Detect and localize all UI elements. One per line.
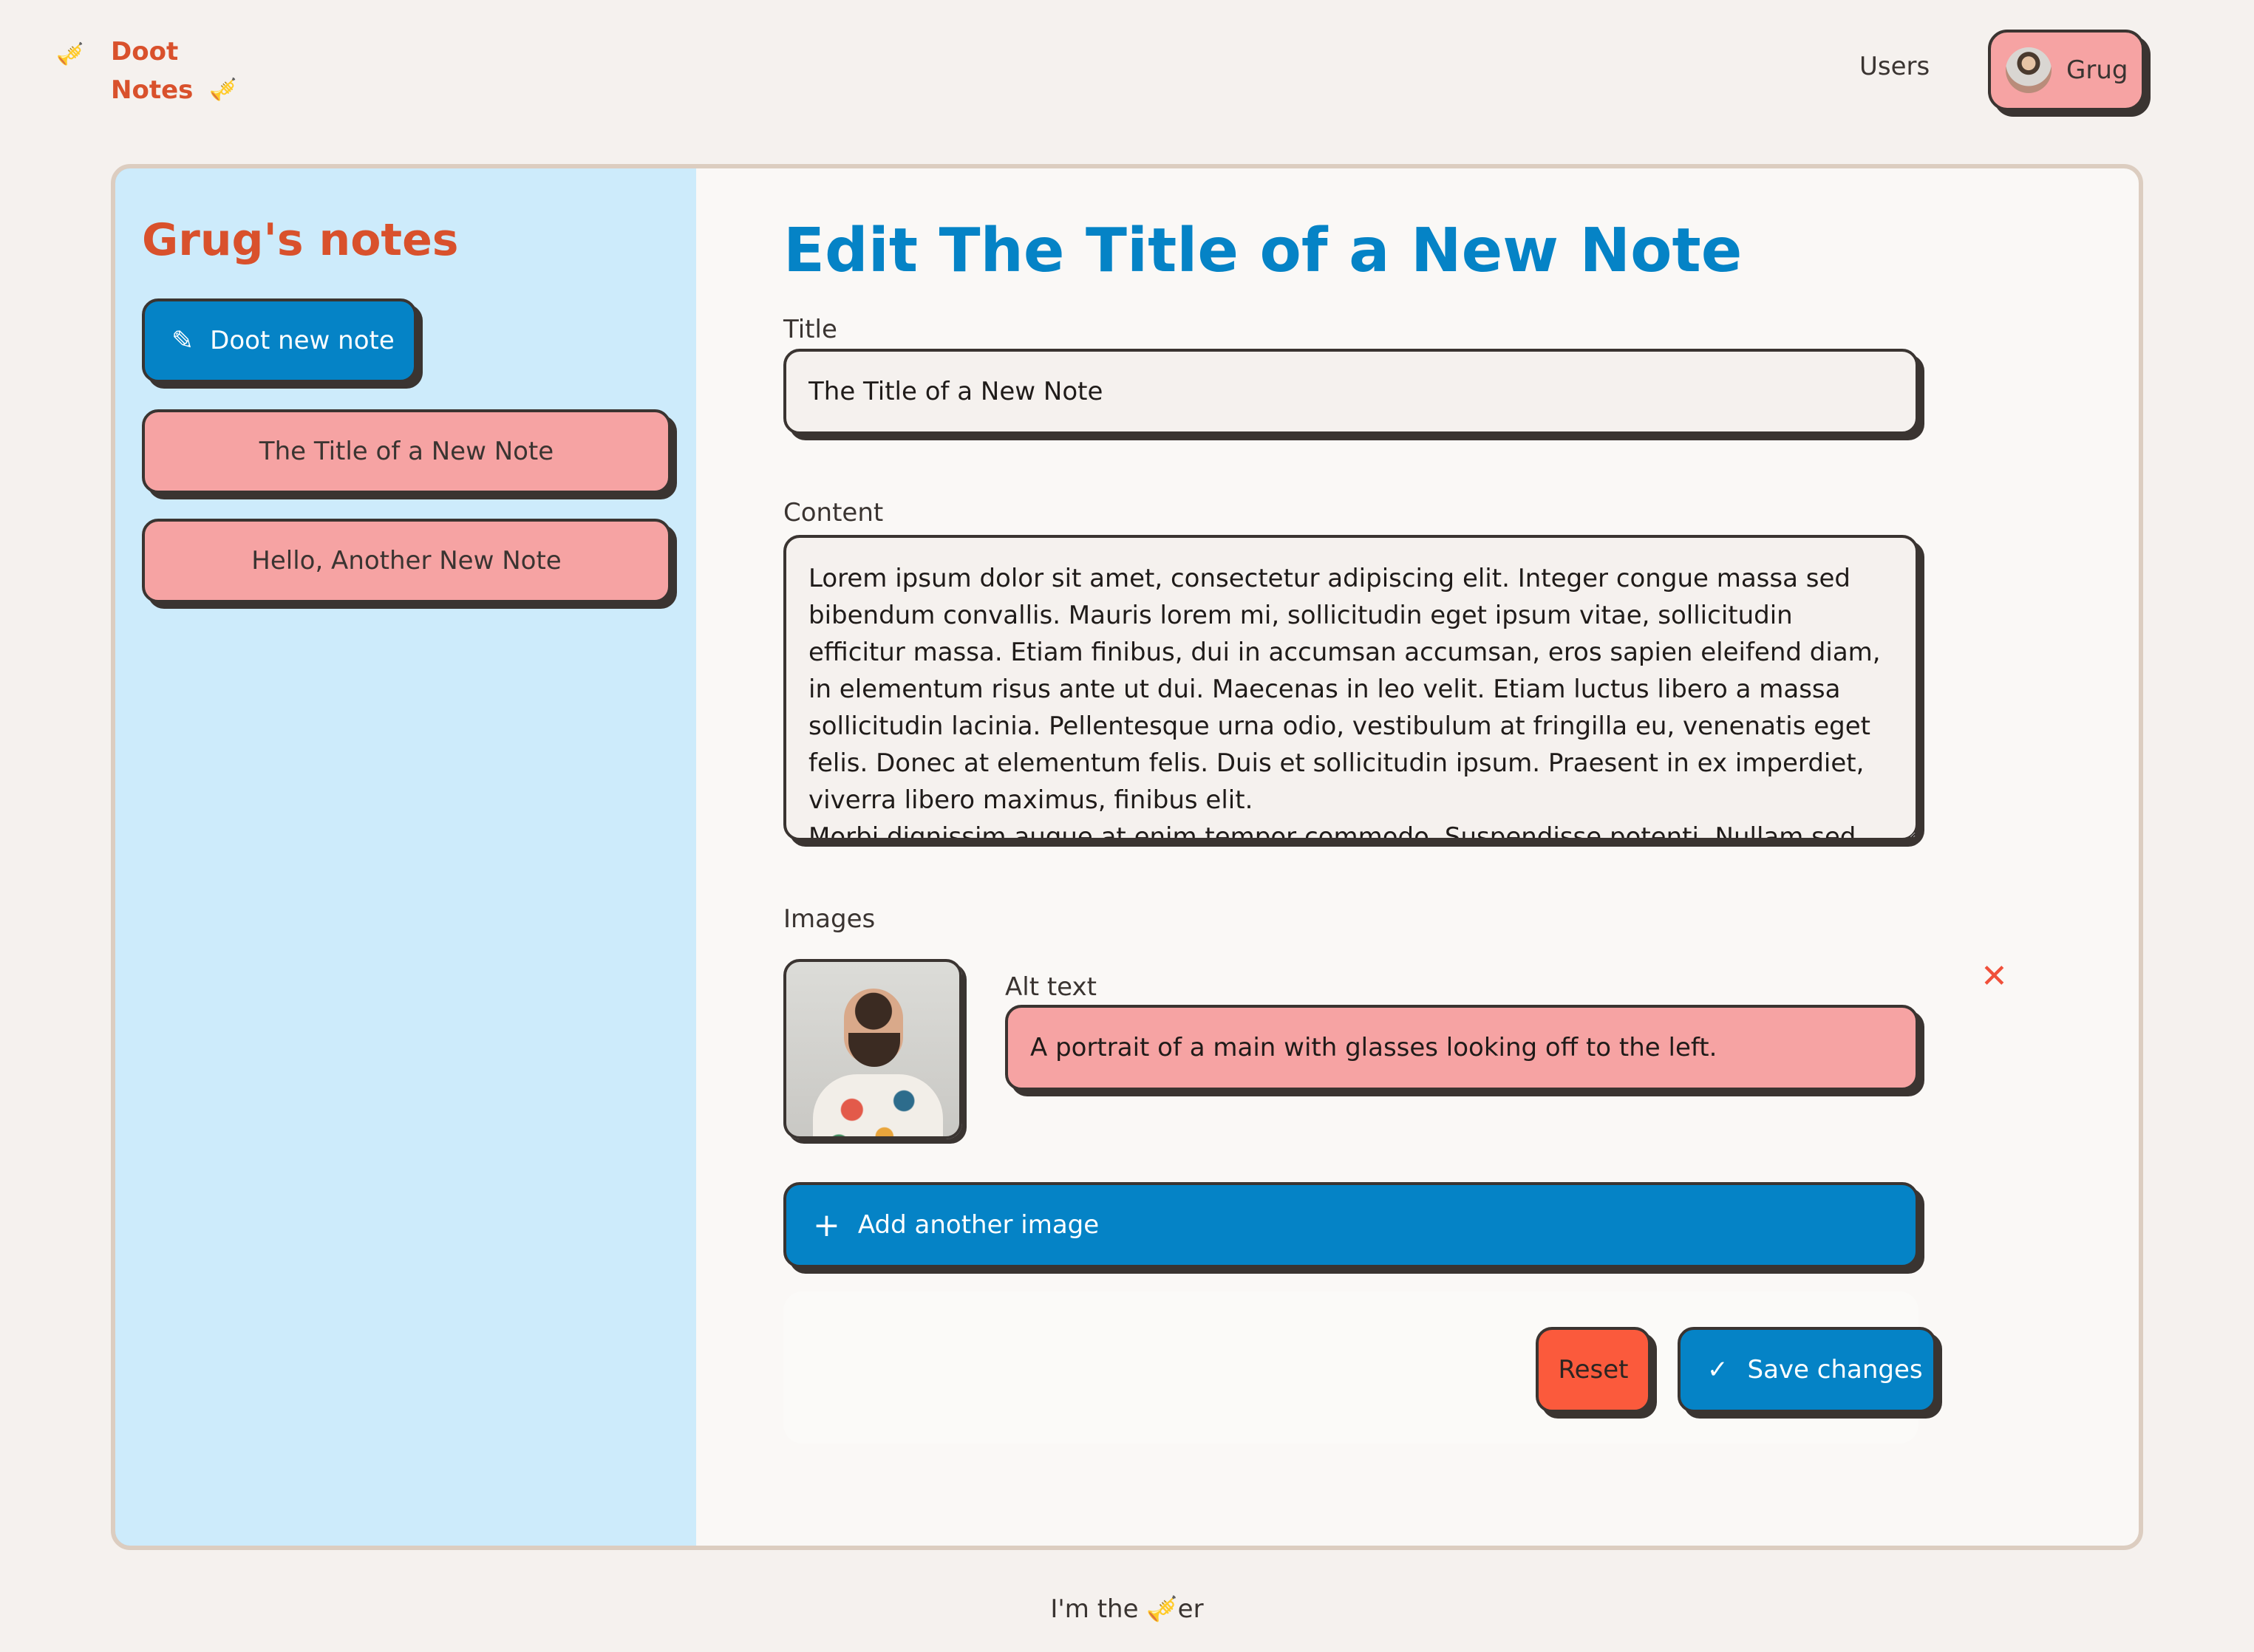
note-link[interactable]: Hello, Another New Note: [142, 519, 671, 603]
sidebar-heading: Grug's notes: [142, 214, 459, 266]
avatar: [2006, 47, 2052, 93]
pencil-icon: ✎: [171, 325, 194, 356]
add-image-button[interactable]: + Add another image: [783, 1182, 1918, 1268]
reset-label: Reset: [1558, 1355, 1629, 1385]
add-image-label: Add another image: [857, 1210, 1100, 1240]
main-card: Grug's notes ✎ Doot new note The Title o…: [111, 164, 2143, 1550]
plus-icon: +: [813, 1206, 840, 1244]
logo-line-2: Notes: [111, 75, 194, 105]
save-label: Save changes: [1747, 1355, 1923, 1385]
note-link-title: Hello, Another New Note: [251, 546, 562, 576]
reset-button[interactable]: Reset: [1536, 1327, 1651, 1413]
remove-image-close-icon[interactable]: ✕: [1981, 958, 2008, 995]
note-link[interactable]: The Title of a New Note: [142, 409, 671, 494]
trumpet-icon: 🎺: [56, 41, 84, 67]
nav-users-link[interactable]: Users: [1859, 52, 1930, 81]
home-logo-link[interactable]: 🎺 Doot Notes 🎺: [56, 33, 239, 109]
content-textarea[interactable]: Lorem ipsum dolor sit amet, consectetur …: [783, 535, 1918, 841]
notes-sidebar: Grug's notes ✎ Doot new note The Title o…: [115, 168, 696, 1546]
title-input[interactable]: [783, 349, 1918, 434]
logo-text: Doot Notes 🎺: [111, 33, 239, 109]
check-icon: ✓: [1707, 1355, 1729, 1385]
user-name: Grug: [2066, 55, 2128, 85]
title-label: Title: [783, 315, 837, 344]
footer-text: I'm the: [1050, 1594, 1147, 1624]
trumpet-icon: 🎺: [209, 77, 237, 103]
footer: I'm the 🎺er: [0, 1594, 2254, 1624]
save-button[interactable]: ✓ Save changes: [1678, 1327, 1936, 1413]
footer-text-suffix: er: [1177, 1594, 1204, 1624]
user-menu-button[interactable]: Grug: [1988, 30, 2145, 111]
page-title: Edit The Title of a New Note: [783, 216, 1743, 286]
alt-text-label: Alt text: [1005, 972, 1097, 1002]
logo-line-1: Doot: [111, 37, 179, 66]
note-link-title: The Title of a New Note: [259, 437, 554, 466]
alt-text-input[interactable]: [1005, 1005, 1918, 1090]
images-label: Images: [783, 904, 876, 934]
new-note-label: Doot new note: [210, 326, 395, 355]
image-thumbnail: [783, 959, 962, 1139]
trumpet-icon: 🎺: [1146, 1594, 1178, 1624]
content-label: Content: [783, 498, 884, 528]
new-note-button[interactable]: ✎ Doot new note: [142, 298, 417, 383]
